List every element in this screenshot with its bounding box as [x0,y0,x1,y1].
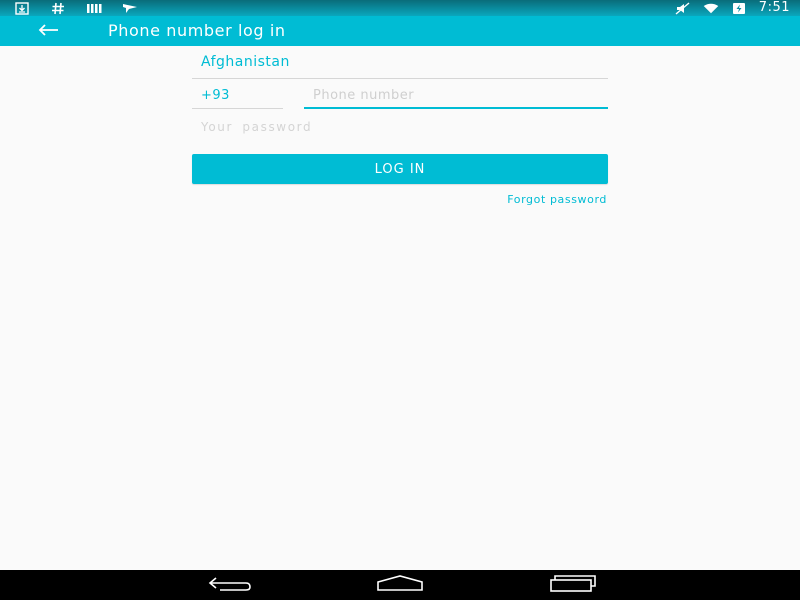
mute-icon [675,1,691,15]
arrow-left-icon [37,22,59,41]
forgot-password-link[interactable]: Forgot password [507,193,607,206]
recents-nav-icon [548,574,596,596]
back-button[interactable] [34,19,62,43]
phone-number-placeholder: Phone number [313,88,415,103]
home-nav-button[interactable] [374,574,426,596]
signal-bars-icon [86,1,102,15]
wifi-icon [703,1,719,15]
home-nav-icon [375,574,425,596]
battery-charging-icon [731,1,747,15]
country-code-value: +93 [201,88,230,103]
password-placeholder: Your password [201,120,313,134]
plane-flag-icon [122,1,138,15]
status-bar: 7:51 [0,0,800,16]
password-input[interactable]: Your password [192,118,608,140]
navigation-bar [0,570,800,600]
login-button[interactable]: LOG IN [192,154,608,184]
country-name: Afghanistan [201,54,290,70]
status-bar-left [14,0,138,16]
status-bar-right: 7:51 [675,0,790,16]
phone-number-input[interactable]: Phone number [304,87,608,109]
page-title: Phone number log in [108,21,286,40]
back-nav-icon [206,574,252,596]
hash-icon [50,1,66,15]
status-time: 7:51 [758,0,790,15]
app-bar: Phone number log in [0,16,800,46]
country-code-field[interactable]: +93 [192,87,283,109]
download-icon [14,1,30,15]
recents-nav-button[interactable] [546,574,598,596]
country-selector[interactable]: Afghanistan [192,46,608,79]
back-nav-button[interactable] [203,574,255,596]
